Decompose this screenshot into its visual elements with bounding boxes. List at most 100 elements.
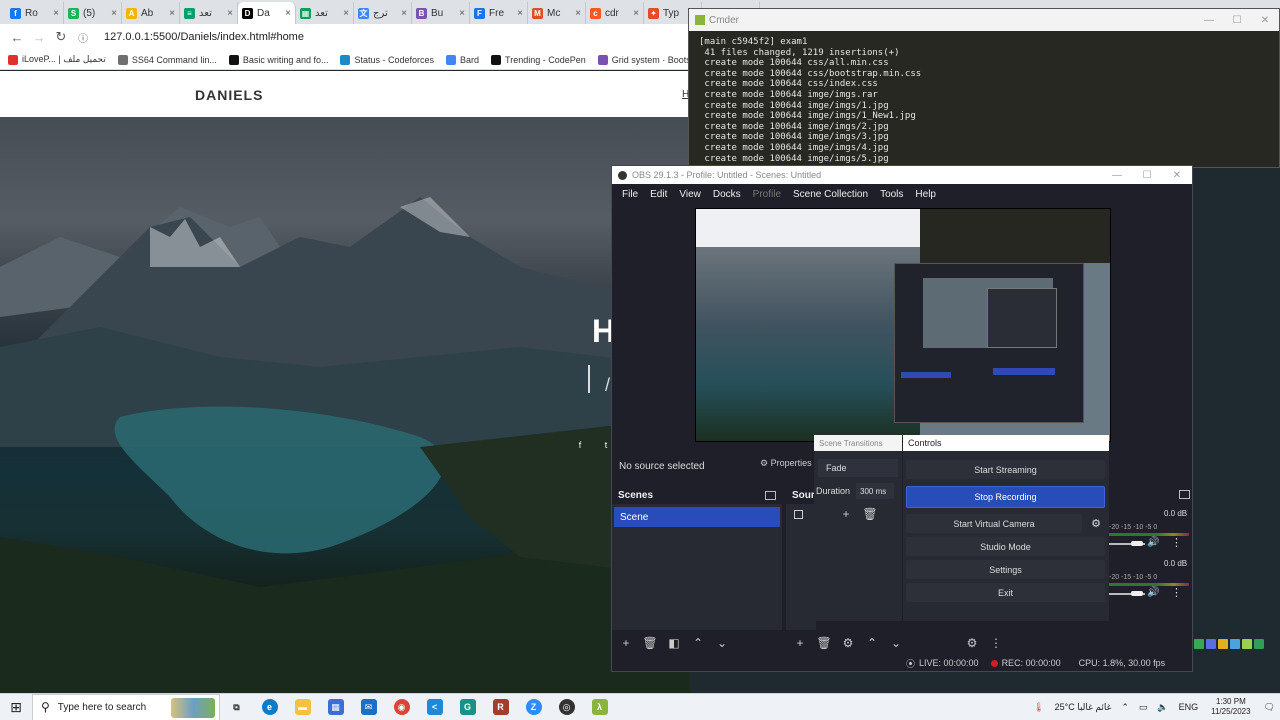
site-info-icon[interactable]: ⓘ: [72, 30, 94, 45]
browser-tab[interactable]: c cdr ×: [586, 2, 644, 24]
back-icon[interactable]: ←: [6, 30, 28, 45]
bookmark-item[interactable]: Bard: [446, 54, 479, 65]
virtual-camera-settings-icon[interactable]: ⚙: [1088, 514, 1104, 533]
tab-close-icon[interactable]: ×: [633, 8, 639, 19]
tray-app-icon[interactable]: [1242, 639, 1252, 649]
clock[interactable]: 1:30 PM 11/25/2023: [1211, 697, 1250, 717]
forward-icon[interactable]: →: [28, 30, 50, 45]
add-transition-icon[interactable]: +: [834, 507, 858, 521]
tab-close-icon[interactable]: ×: [575, 8, 581, 19]
settings-button[interactable]: Settings: [906, 560, 1105, 579]
mixer-menu-icon[interactable]: ⋮: [984, 636, 1008, 650]
browser-tab[interactable]: B Bu ×: [412, 2, 470, 24]
browser-tab[interactable]: ▦ تعد ×: [296, 2, 354, 24]
notifications-icon[interactable]: 🗨: [1264, 702, 1275, 713]
obs-menu-tools[interactable]: Tools: [880, 189, 903, 200]
edge-icon[interactable]: e: [253, 694, 286, 720]
tab-close-icon[interactable]: ×: [285, 8, 291, 19]
cmder-titlebar[interactable]: Cmder — ☐ ✕: [689, 9, 1279, 31]
volume-knob-2[interactable]: [1131, 591, 1143, 596]
undock-icon[interactable]: [765, 490, 776, 500]
bookmark-item[interactable]: Grid system · Boots...: [597, 54, 698, 65]
show-hidden-icon[interactable]: ⌃: [1121, 702, 1129, 713]
site-logo[interactable]: DANIELS: [195, 87, 263, 103]
scene-item[interactable]: Scene: [614, 507, 780, 527]
volume-knob-1[interactable]: [1131, 541, 1143, 546]
source-visibility-checkbox[interactable]: [794, 510, 803, 519]
obs-menu-file[interactable]: File: [622, 189, 638, 200]
tab-close-icon[interactable]: ×: [111, 8, 117, 19]
obs-menu-docks[interactable]: Docks: [713, 189, 741, 200]
language-indicator[interactable]: ENG: [1179, 702, 1199, 712]
tray-app-icon[interactable]: [1254, 639, 1264, 649]
bookmark-item[interactable]: Status - Codeforces: [340, 54, 434, 65]
remove-transition-icon[interactable]: 🗑: [858, 507, 882, 521]
move-down-icon[interactable]: ⌄: [710, 636, 734, 650]
stop-recording-button[interactable]: Stop Recording: [906, 486, 1105, 508]
obs-menu-profile[interactable]: Profile: [753, 189, 781, 200]
browser-tab[interactable]: 文 ترج ×: [354, 2, 412, 24]
mixer-settings-icon[interactable]: ⚙: [960, 636, 984, 650]
browser-tab[interactable]: D Da ×: [238, 2, 296, 24]
vscode-icon[interactable]: <: [418, 694, 451, 720]
maximize-icon[interactable]: ☐: [1132, 170, 1162, 181]
properties-button[interactable]: ⚙ Properties: [760, 458, 812, 469]
mixer-kebab-icon[interactable]: ⋮: [1171, 586, 1182, 599]
source-down-icon[interactable]: ⌄: [884, 636, 908, 650]
browser-tab[interactable]: f Ro ×: [6, 2, 64, 24]
close-icon[interactable]: ✕: [1251, 15, 1279, 26]
tab-close-icon[interactable]: ×: [343, 8, 349, 19]
tray-app-icon[interactable]: [1218, 639, 1228, 649]
facebook-icon[interactable]: f: [574, 439, 586, 451]
obs-menu-help[interactable]: Help: [915, 189, 936, 200]
tab-close-icon[interactable]: ×: [517, 8, 523, 19]
terminal-output[interactable]: [main c5945f2] exam1 41 files changed, 1…: [689, 31, 1279, 170]
obs-menu-view[interactable]: View: [679, 189, 701, 200]
tray-app-icon[interactable]: [1194, 639, 1204, 649]
bookmark-item[interactable]: Basic writing and fo...: [228, 54, 328, 65]
file-explorer-icon[interactable]: ▬: [286, 694, 319, 720]
chrome-icon[interactable]: ◉: [385, 694, 418, 720]
browser-tab[interactable]: M Mc ×: [528, 2, 586, 24]
start-streaming-button[interactable]: Start Streaming: [906, 460, 1105, 479]
zoom-icon[interactable]: Z: [517, 694, 550, 720]
tab-close-icon[interactable]: ×: [169, 8, 175, 19]
network-icon[interactable]: ▭: [1139, 702, 1148, 713]
browser-tab[interactable]: A Ab ×: [122, 2, 180, 24]
scene-filter-icon[interactable]: ◧: [662, 636, 686, 650]
tab-close-icon[interactable]: ×: [227, 8, 233, 19]
bookmark-item[interactable]: Trending - CodePen: [491, 54, 586, 65]
volume-icon[interactable]: 🔈: [1157, 702, 1168, 713]
mixer-kebab-icon[interactable]: ⋮: [1171, 536, 1182, 549]
winrar-icon[interactable]: R: [484, 694, 517, 720]
speaker-icon[interactable]: 🔊: [1147, 587, 1159, 598]
reload-icon[interactable]: ↻: [50, 29, 72, 45]
obs-icon[interactable]: ◎: [550, 694, 583, 720]
maximize-icon[interactable]: ☐: [1223, 15, 1251, 26]
remove-scene-icon[interactable]: 🗑: [638, 636, 662, 650]
url-field[interactable]: 127.0.0.1:5500/Daniels/index.html#home: [104, 31, 304, 43]
speaker-icon[interactable]: 🔊: [1147, 537, 1159, 548]
tray-app-icon[interactable]: [1206, 639, 1216, 649]
mail-icon[interactable]: ✉: [352, 694, 385, 720]
browser-tab[interactable]: S (5) ×: [64, 2, 122, 24]
add-scene-icon[interactable]: +: [614, 636, 638, 650]
move-up-icon[interactable]: ⌃: [686, 636, 710, 650]
mixer-undock-icon[interactable]: [1179, 490, 1190, 499]
source-settings-icon[interactable]: ⚙: [836, 636, 860, 650]
exit-button[interactable]: Exit: [906, 583, 1105, 602]
tab-close-icon[interactable]: ×: [401, 8, 407, 19]
add-source-icon[interactable]: +: [788, 636, 812, 650]
windows-start-icon[interactable]: ⊞: [0, 699, 32, 716]
bookmark-item[interactable]: SS64 Command lin...: [117, 54, 217, 65]
browser-tab[interactable]: ≡ تعد ×: [180, 2, 238, 24]
tab-close-icon[interactable]: ×: [459, 8, 465, 19]
minimize-icon[interactable]: —: [1102, 170, 1132, 181]
task-view-icon[interactable]: ⧉: [220, 694, 253, 720]
gitkraken-icon[interactable]: G: [451, 694, 484, 720]
close-icon[interactable]: ✕: [1162, 170, 1192, 181]
obs-titlebar[interactable]: OBS 29.1.3 - Profile: Untitled - Scenes:…: [612, 166, 1192, 184]
tab-close-icon[interactable]: ×: [53, 8, 59, 19]
minimize-icon[interactable]: —: [1195, 15, 1223, 26]
browser-tab[interactable]: F Fre ×: [470, 2, 528, 24]
